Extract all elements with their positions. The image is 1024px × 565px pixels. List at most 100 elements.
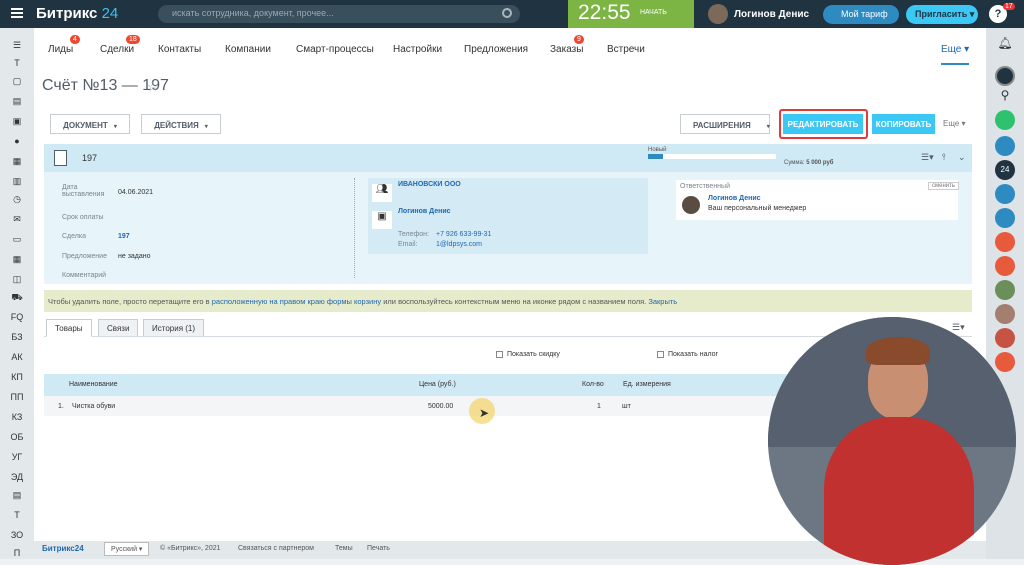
bell-icon[interactable]: 🔔︎ xyxy=(995,36,1015,56)
invoice-icon xyxy=(54,150,67,166)
sidebar-item-ak[interactable]: АК xyxy=(0,352,34,362)
filter-icon[interactable]: ☰ xyxy=(0,40,34,51)
invite-button[interactable]: Пригласить ▾ xyxy=(906,5,978,24)
sidebar-item-p[interactable]: П xyxy=(0,548,34,558)
document-button[interactable]: ДОКУМЕНТ ▾ xyxy=(50,114,130,134)
close-notice-link[interactable]: Закрыть xyxy=(648,297,677,306)
company-link[interactable]: ИВАНОВСКИ ООО xyxy=(398,181,461,188)
actions-button[interactable]: ДЕЙСТВИЯ ▾ xyxy=(141,114,221,134)
presenter-webcam xyxy=(768,317,1016,565)
sidebar-item-zo[interactable]: ЗО xyxy=(0,530,34,540)
tariff-button[interactable]: Мой тариф xyxy=(823,5,899,24)
tab-links[interactable]: Связи xyxy=(98,319,139,337)
show-tax-checkbox[interactable] xyxy=(657,351,664,358)
store-icon[interactable]: ▭ xyxy=(0,234,34,245)
crm-icon[interactable]: ▦ xyxy=(0,156,34,167)
app-logo[interactable]: Битрикс 24 xyxy=(36,5,118,22)
edit-button[interactable]: РЕДАКТИРОВАТЬ xyxy=(783,114,863,134)
calendar-icon[interactable]: ▤ xyxy=(0,96,34,107)
sidebar-item-fq[interactable]: FQ xyxy=(0,312,34,322)
chat-icon[interactable]: ▢ xyxy=(0,76,34,87)
tab-contacts[interactable]: Контакты xyxy=(158,44,201,55)
partner-link[interactable]: Связаться с партнером xyxy=(238,545,314,552)
extensions-button[interactable]: РАСШИРЕНИЯ ▾ xyxy=(680,114,770,134)
tab-orders[interactable]: Заказы 9 xyxy=(550,35,584,55)
contact-avatar[interactable] xyxy=(995,280,1015,300)
sidebar-item-tasks[interactable]: Т xyxy=(0,58,34,68)
search-icon[interactable]: ⚲ xyxy=(995,88,1015,108)
tab-meetings[interactable]: Встречи xyxy=(607,44,645,55)
timeman-widget[interactable]: 22:55 НАЧАТЬ xyxy=(568,0,694,28)
status-progress[interactable] xyxy=(648,154,776,159)
print-link[interactable]: Печать xyxy=(367,545,390,552)
cart-icon[interactable]: ⛟ xyxy=(0,292,34,304)
clock-time: 22:55 xyxy=(578,1,631,24)
email-label: Email: xyxy=(398,241,418,248)
search-icon[interactable] xyxy=(502,8,512,18)
tab-history[interactable]: История (1) xyxy=(143,319,205,337)
responsible-name[interactable]: Логинов Денис xyxy=(708,195,761,202)
mail-icon[interactable]: ✉ xyxy=(0,214,34,225)
copy-button[interactable]: КОПИРОВАТЬ xyxy=(872,114,935,134)
table-icon[interactable]: ▦ xyxy=(0,254,34,265)
show-discount-checkbox[interactable] xyxy=(496,351,503,358)
language-select[interactable]: Русский ▾ xyxy=(104,542,150,556)
table-row[interactable]: 1. Чистка обуви 5000.00 1 шт xyxy=(44,396,789,416)
document-icon[interactable]: ▤ xyxy=(0,490,34,501)
sidebar-item-pp[interactable]: ПП xyxy=(0,392,34,402)
tab-smart-processes[interactable]: Смарт-процессы xyxy=(296,44,374,55)
tab-offers[interactable]: Предложения xyxy=(464,44,528,55)
tab-leads[interactable]: Лиды 4 xyxy=(48,35,80,55)
shop-icon[interactable]: ◫ xyxy=(0,274,34,285)
contact-avatar[interactable] xyxy=(995,232,1015,252)
status-label: Новый xyxy=(648,147,667,153)
notice-link[interactable]: расположенную на правом краю формы корзи… xyxy=(212,297,381,306)
star-icon[interactable]: ☆ xyxy=(147,79,159,95)
phone-link[interactable]: +7 926 633-99-31 xyxy=(436,231,491,238)
divider xyxy=(354,178,355,278)
sidebar-item-ob[interactable]: ОБ xyxy=(0,432,34,442)
product-unit: шт xyxy=(622,403,631,410)
due-label: Срок оплаты xyxy=(62,214,104,221)
contact-icon: ▣ xyxy=(372,211,392,229)
bitrix24-icon[interactable]: 24 xyxy=(995,160,1015,180)
offer-label: Предложение xyxy=(62,253,107,260)
sidebar-item-bz[interactable]: БЗ xyxy=(0,332,34,342)
change-responsible-button[interactable]: сменить xyxy=(928,182,960,190)
tab-companies[interactable]: Компании xyxy=(225,44,271,55)
col-unit: Ед. измерения xyxy=(623,381,671,388)
start-workday-button[interactable]: НАЧАТЬ xyxy=(640,9,667,16)
sidebar-item-t[interactable]: Т xyxy=(0,510,34,520)
list-settings-icon[interactable]: ☰▾ xyxy=(921,152,934,163)
email-link[interactable]: 1@ldpsys.com xyxy=(436,241,482,248)
do-not-disturb-icon[interactable] xyxy=(995,66,1015,86)
drive-icon[interactable]: ▣ xyxy=(0,116,34,127)
contact-avatar[interactable] xyxy=(995,256,1015,276)
tab-products[interactable]: Товары xyxy=(46,319,92,337)
user-name: Логинов Денис xyxy=(734,9,810,20)
pin-icon[interactable]: ⫯ xyxy=(942,152,946,163)
contact-avatar[interactable] xyxy=(995,184,1015,204)
schedule-icon[interactable]: ▥ xyxy=(0,176,34,187)
row-number: 1. xyxy=(58,403,64,410)
clock-icon[interactable]: ◷ xyxy=(0,194,34,205)
contact-avatar[interactable] xyxy=(995,208,1015,228)
sidebar-item-ug[interactable]: УГ xyxy=(0,452,34,462)
search-input[interactable]: искать сотрудника, документ, прочее... xyxy=(158,5,520,23)
tab-deals[interactable]: Сделки 18 xyxy=(100,35,140,55)
sidebar-item-kp[interactable]: КП xyxy=(0,372,34,382)
more-button[interactable]: Еще ▾ xyxy=(943,119,966,128)
themes-link[interactable]: Темы xyxy=(335,545,353,552)
sidebar-item-ed[interactable]: ЭД xyxy=(0,472,34,482)
contact-avatar[interactable] xyxy=(995,136,1015,156)
chevron-down-icon[interactable]: ⌄ xyxy=(958,152,966,163)
group-icon[interactable]: ● xyxy=(0,136,34,146)
tab-settings[interactable]: Настройки xyxy=(393,44,442,55)
contact-link[interactable]: Логинов Денис xyxy=(398,208,451,215)
sidebar-item-kz[interactable]: КЗ xyxy=(0,412,34,422)
phone-icon[interactable] xyxy=(995,110,1015,130)
deal-link[interactable]: 197 xyxy=(118,233,130,240)
col-name: Наименование xyxy=(69,381,118,388)
menu-icon[interactable] xyxy=(11,8,23,18)
tab-more[interactable]: Еще ▾ xyxy=(941,44,970,65)
